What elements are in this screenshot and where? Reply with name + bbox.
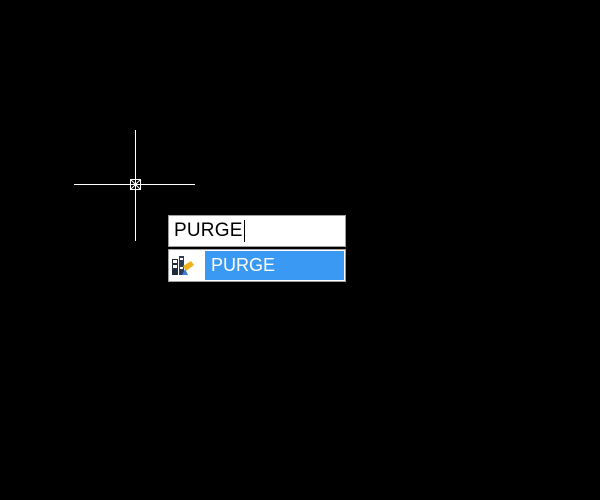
command-input[interactable]: PURGE — [168, 215, 346, 247]
command-input-value: PURGE — [174, 220, 243, 241]
drawing-canvas[interactable]: PURGE PURGE — [0, 0, 600, 500]
autocomplete-list: PURGE — [168, 249, 346, 282]
pickbox-icon — [130, 179, 141, 190]
autocomplete-item-highlight: PURGE — [205, 251, 344, 280]
autocomplete-item-label: PURGE — [211, 255, 276, 275]
text-caret — [243, 220, 245, 242]
purge-command-icon — [172, 256, 194, 275]
autocomplete-item-purge[interactable]: PURGE — [169, 250, 345, 281]
